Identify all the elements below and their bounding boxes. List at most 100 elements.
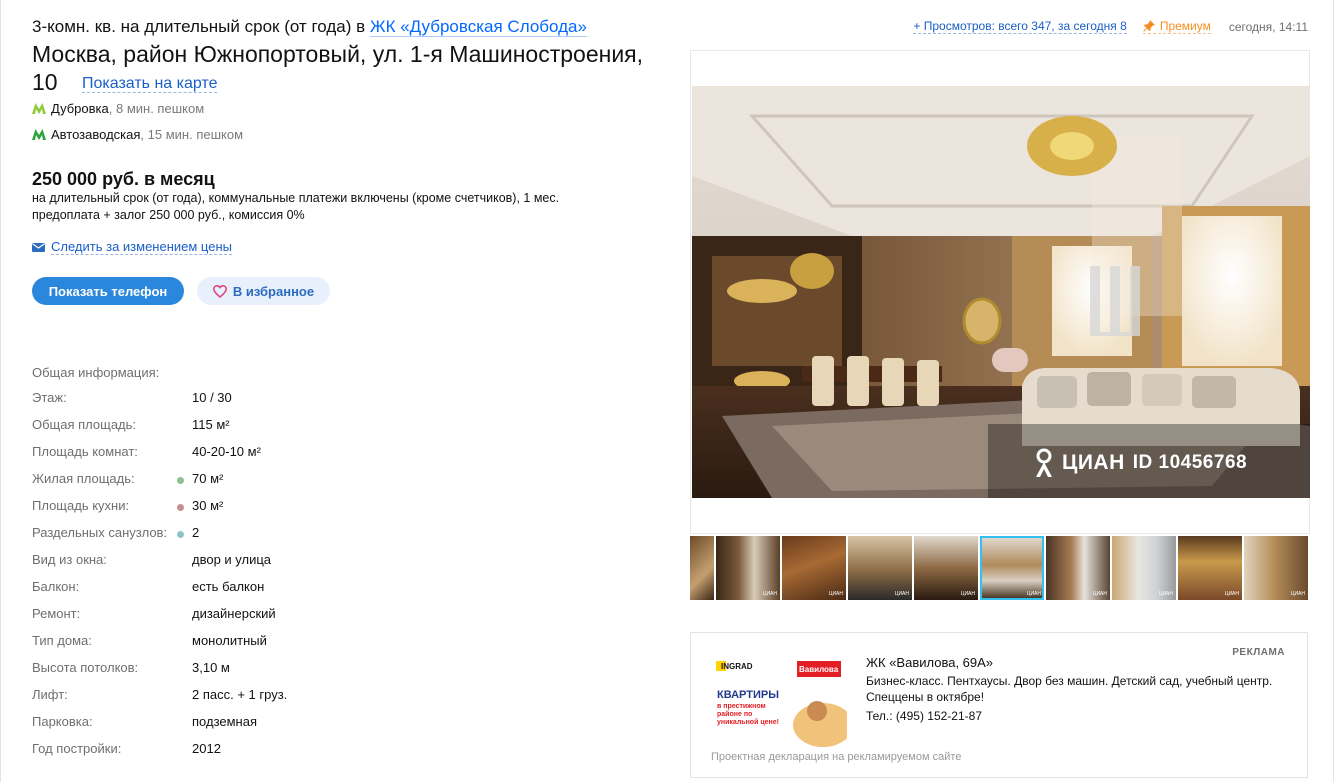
- legend-dot: [177, 531, 184, 538]
- legend-dot: [177, 477, 184, 484]
- photo-thumbnail[interactable]: ЦИАН: [1046, 536, 1110, 600]
- ad-banner-subline: в престижном районе по уникальной цене!: [717, 703, 779, 726]
- thumb-watermark: ЦИАН: [1092, 591, 1107, 597]
- ad-title[interactable]: ЖК «Вавилова, 69А»: [866, 655, 993, 670]
- info-key: Ремонт:: [32, 606, 81, 621]
- info-value: есть балкон: [192, 579, 265, 594]
- info-row: Раздельных санузлов: 2: [32, 525, 432, 545]
- photo-thumbnail[interactable]: ЦИАН: [1178, 536, 1242, 600]
- thumbnail-strip: ЦИАН ЦИАН ЦИАН ЦИАН ЦИАН ЦИАН ЦИАН ЦИАН …: [690, 536, 1310, 600]
- ad-banner-logo: Вавилова: [799, 665, 839, 674]
- info-row: Высота потолков: 3,10 м: [32, 660, 432, 680]
- ad-label: РЕКЛАМА: [1232, 647, 1285, 658]
- info-row: Площадь кухни: 30 м²: [32, 498, 432, 518]
- thumb-watermark: ЦИАН: [1290, 591, 1305, 597]
- publish-date: сегодня, 14:11: [1228, 19, 1308, 34]
- thumb-watermark: ЦИАН: [828, 591, 843, 597]
- premium-label: Премиум: [1159, 19, 1211, 33]
- thumb-watermark: ЦИАН: [1026, 591, 1041, 597]
- photo-thumbnail[interactable]: ЦИАН: [782, 536, 846, 600]
- info-row: Жилая площадь: 70 м²: [32, 471, 432, 491]
- listing-meta: + Просмотров: всего 347, за сегодня 8 Пр…: [913, 19, 1308, 34]
- favorite-label: В избранное: [232, 283, 315, 299]
- ad-banner-headline: КВАРТИРЫ: [717, 689, 779, 701]
- premium-badge[interactable]: Премиум: [1142, 19, 1211, 34]
- metro-item: Автозаводская, 15 мин. пешком: [32, 127, 243, 142]
- ad-banner[interactable]: INGRAD Вавилова КВАРТИРЫ в престижном ра…: [713, 653, 853, 747]
- photo-thumbnail-active[interactable]: ЦИАН: [980, 536, 1044, 600]
- info-row: Год постройки: 2012: [32, 741, 432, 761]
- info-key: Высота потолков:: [32, 660, 139, 675]
- address: Москва, район Южнопортовый, ул. 1-я Маши…: [32, 40, 652, 98]
- info-value: 115 м²: [192, 417, 230, 432]
- info-key: Этаж:: [32, 390, 67, 405]
- thumb-watermark: ЦИАН: [894, 591, 909, 597]
- thumb-watermark: ЦИАН: [1224, 591, 1239, 597]
- envelope-icon: [32, 242, 45, 252]
- info-row: Этаж: 10 / 30: [32, 390, 432, 410]
- ad-disclaimer: Проектная декларация на рекламируемом са…: [711, 751, 962, 763]
- info-heading: Общая информация:: [32, 365, 160, 380]
- info-key: Жилая площадь:: [32, 471, 192, 491]
- main-photo[interactable]: [692, 86, 1310, 498]
- info-row: Ремонт: дизайнерский: [32, 606, 432, 626]
- info-row: Парковка: подземная: [32, 714, 432, 734]
- info-value: 40-20-10 м²: [192, 444, 261, 459]
- complex-link[interactable]: ЖК «Дубровская Слобода»: [369, 17, 587, 37]
- pushpin-icon: [1143, 20, 1155, 32]
- show-on-map-link[interactable]: Показать на карте: [81, 75, 218, 93]
- watermark-id: ID 10456768: [1132, 452, 1248, 473]
- advertisement-block[interactable]: РЕКЛАМА INGRAD Вавилова КВАРТИРЫ в прест…: [690, 632, 1308, 778]
- info-value: 70 м²: [192, 471, 224, 486]
- info-value: 2012: [192, 741, 221, 756]
- thumb-watermark: ЦИАН: [960, 591, 975, 597]
- follow-price-link[interactable]: Следить за изменением цены: [32, 239, 232, 255]
- info-key: Общая площадь:: [32, 417, 137, 432]
- photo-thumbnail[interactable]: ЦИАН: [716, 536, 780, 600]
- info-value: 3,10 м: [192, 660, 230, 675]
- legend-dot: [177, 504, 184, 511]
- photo-thumbnail[interactable]: ЦИАН: [914, 536, 978, 600]
- info-row: Площадь комнат: 40-20-10 м²: [32, 444, 432, 464]
- info-value: 2 пасс. + 1 груз.: [192, 687, 288, 702]
- info-row: Общая площадь: 115 м²: [32, 417, 432, 437]
- views-counter[interactable]: + Просмотров: всего 347, за сегодня 8: [913, 19, 1127, 34]
- metro-distance: , 15 мин. пешком: [140, 127, 244, 142]
- cian-watermark: ЦИАН ID 10456768: [1030, 448, 1247, 478]
- info-value: двор и улица: [192, 552, 272, 567]
- cian-logo-icon: [1036, 448, 1052, 477]
- photo-thumbnail[interactable]: ЦИАН: [1112, 536, 1176, 600]
- info-value: 10 / 30: [192, 390, 232, 405]
- ad-banner-brand: INGRAD: [721, 662, 753, 671]
- info-key: Площадь комнат:: [32, 444, 138, 459]
- ad-description: Бизнес-класс. Пентхаусы. Двор без машин.…: [866, 674, 1273, 704]
- info-value: 30 м²: [192, 498, 224, 513]
- metro-station[interactable]: Автозаводская: [51, 127, 140, 142]
- watermark-brand: ЦИАН: [1062, 451, 1125, 474]
- add-favorite-button[interactable]: В избранное: [197, 277, 330, 305]
- metro-icon: [32, 103, 46, 114]
- info-key: Раздельных санузлов:: [32, 525, 192, 545]
- info-row: Вид из окна: двор и улица: [32, 552, 432, 572]
- ad-phone: Тел.: (495) 152-21-87: [866, 709, 982, 723]
- photo-thumbnail[interactable]: ЦИАН: [1244, 536, 1308, 600]
- show-phone-button[interactable]: Показать телефон: [32, 277, 184, 305]
- follow-price-label: Следить за изменением цены: [51, 239, 232, 255]
- rental-terms: на длительный срок (от года), коммунальн…: [32, 191, 560, 222]
- info-key: Тип дома:: [32, 633, 92, 648]
- info-value: монолитный: [192, 633, 267, 648]
- photo-thumbnail[interactable]: [690, 536, 714, 600]
- info-row: Тип дома: монолитный: [32, 633, 432, 653]
- info-key: Парковка:: [32, 714, 93, 729]
- info-key: Площадь кухни:: [32, 498, 192, 518]
- info-row: Лифт: 2 пасс. + 1 груз.: [32, 687, 432, 707]
- metro-item: Дубровка, 8 мин. пешком: [32, 101, 204, 116]
- thumb-watermark: ЦИАН: [1158, 591, 1173, 597]
- metro-station[interactable]: Дубровка: [51, 101, 109, 116]
- info-value: подземная: [192, 714, 257, 729]
- info-value: дизайнерский: [192, 606, 276, 621]
- metro-distance: , 8 мин. пешком: [108, 101, 205, 116]
- info-key: Балкон:: [32, 579, 80, 594]
- photo-thumbnail[interactable]: ЦИАН: [848, 536, 912, 600]
- heart-icon: [212, 284, 227, 298]
